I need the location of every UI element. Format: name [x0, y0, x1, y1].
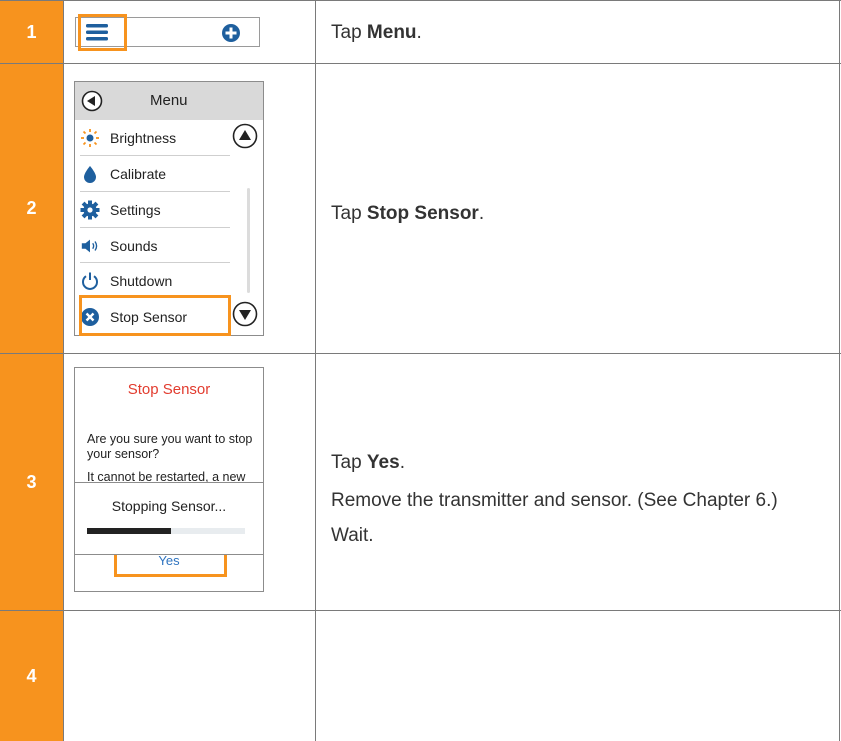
- step-number-1: 1: [0, 1, 63, 63]
- progress-bar: [87, 528, 245, 534]
- menu-item-label: Brightness: [110, 129, 177, 146]
- menu-title: Menu: [150, 92, 188, 109]
- scroll-down-button[interactable]: [232, 301, 258, 327]
- instruction-table: 1 2 3 4 Tap Menu. Menu Brightness Calibr…: [0, 0, 841, 741]
- row-divider: [0, 353, 841, 354]
- step-2-instruction: Tap Stop Sensor.: [331, 203, 485, 224]
- gear-icon: [80, 200, 100, 220]
- scrollbar-track[interactable]: [247, 188, 250, 293]
- dialog-question: Are you sure you want to stop your senso…: [87, 432, 253, 461]
- instruction-keyword: Yes: [366, 452, 400, 473]
- brightness-icon: [80, 128, 100, 148]
- scroll-up-button[interactable]: [232, 123, 258, 149]
- menu-item-settings[interactable]: Settings: [80, 192, 230, 227]
- step-number-2: 2: [0, 64, 63, 353]
- add-icon[interactable]: [221, 23, 241, 48]
- row-divider: [0, 63, 841, 64]
- menu-item-brightness[interactable]: Brightness: [80, 120, 230, 155]
- step-number-3: 3: [0, 354, 63, 610]
- menu-item-calibrate[interactable]: Calibrate: [80, 156, 230, 191]
- menu-item-sounds[interactable]: Sounds: [80, 228, 230, 263]
- progress-fill: [87, 528, 171, 534]
- progress-title: Stopping Sensor...: [111, 498, 227, 514]
- menu-item-label: Shutdown: [110, 272, 173, 289]
- column-divider: [63, 0, 64, 741]
- progress-screen: [74, 482, 264, 555]
- drop-icon: [80, 164, 100, 184]
- power-icon: [80, 271, 100, 291]
- instruction-keyword: Menu: [366, 22, 417, 43]
- step-3-instruction: Tap Yes. Remove the transmitter and sens…: [331, 452, 826, 513]
- speaker-icon: [80, 236, 100, 256]
- step-number-4: 4: [0, 611, 63, 741]
- table-border-right: [839, 0, 840, 741]
- step-4-instruction: Wait.: [331, 525, 374, 546]
- column-divider: [315, 0, 316, 741]
- dialog-title: Stop Sensor: [127, 381, 211, 398]
- step-1-instruction: Tap Menu.: [331, 22, 422, 43]
- menu-item-label: Sounds: [110, 237, 158, 254]
- back-icon[interactable]: [81, 90, 103, 117]
- row-divider: [0, 610, 841, 611]
- menu-item-label: Settings: [110, 201, 161, 218]
- menu-header: Menu: [75, 82, 263, 120]
- step-3-extra: Remove the transmitter and sensor. (See …: [331, 490, 778, 511]
- stop-sensor-highlight: [79, 295, 231, 336]
- instruction-keyword: Stop Sensor: [366, 203, 479, 224]
- menu-item-shutdown[interactable]: Shutdown: [80, 263, 230, 298]
- table-border-top: [0, 0, 841, 1]
- menu-item-label: Calibrate: [110, 165, 167, 182]
- menu-highlight: [78, 14, 127, 51]
